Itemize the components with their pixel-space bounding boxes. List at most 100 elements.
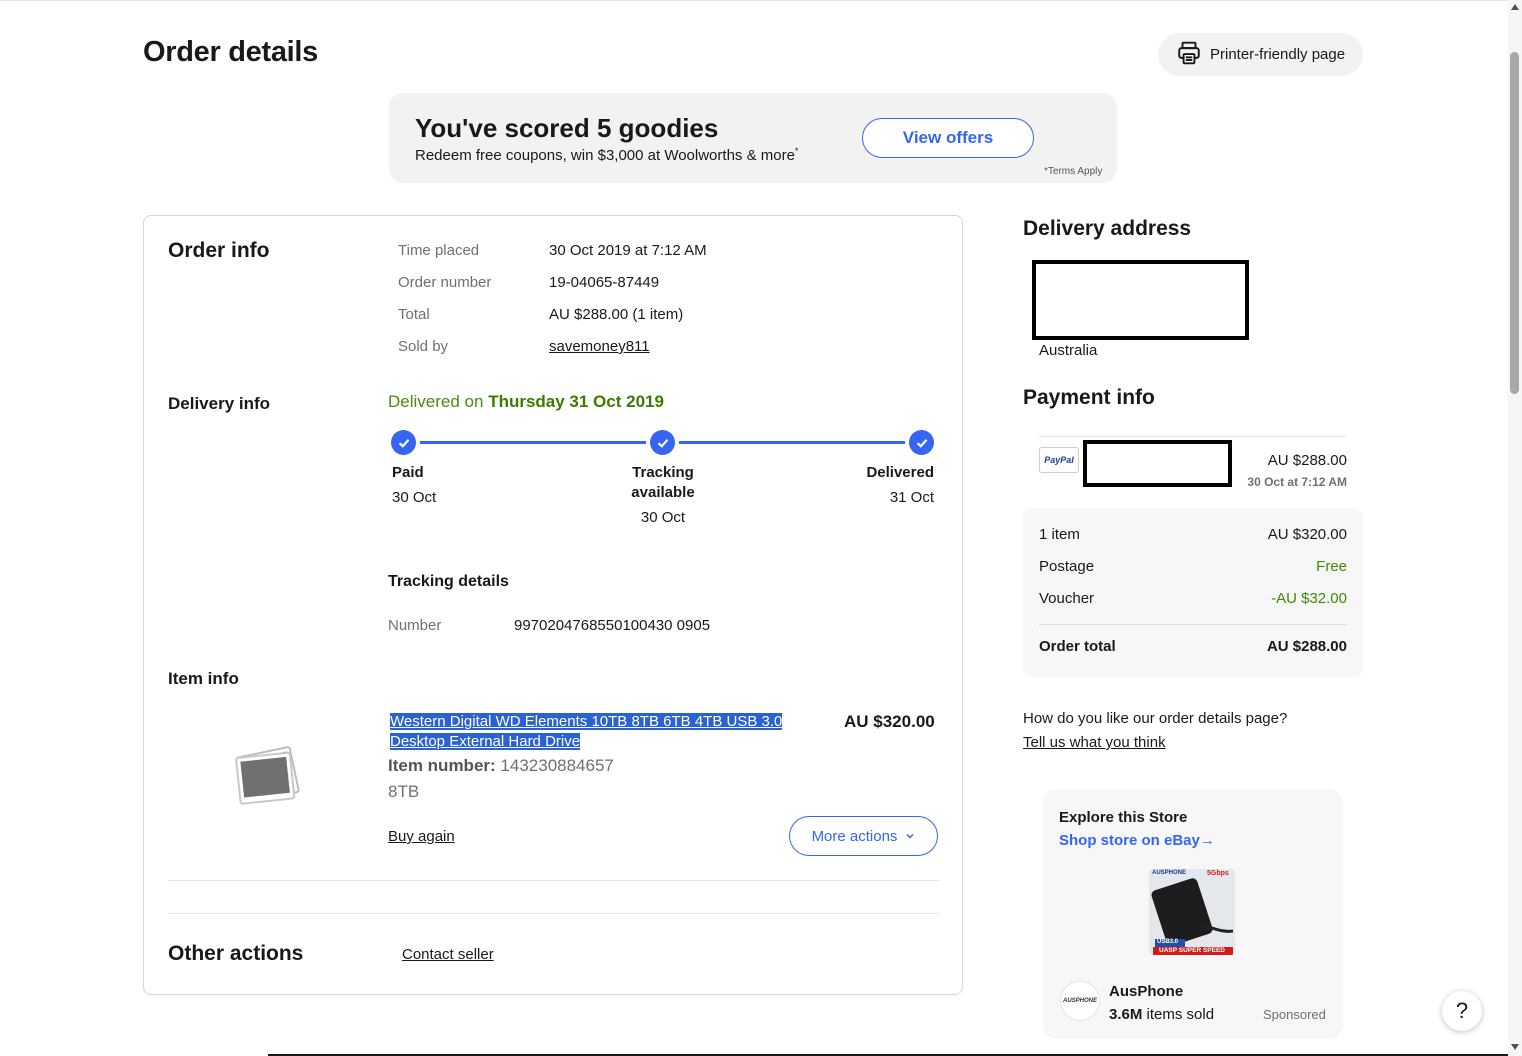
order-total-label: Order total: [1039, 638, 1116, 655]
arrow-right-icon: →: [1199, 832, 1215, 849]
step-paid-date: 30 Oct: [392, 489, 437, 506]
product-badge-bottom: UASP SUPER SPEED: [1159, 947, 1225, 954]
order-number-value: 19-04065-87449: [549, 274, 660, 291]
check-icon: [391, 430, 416, 455]
page-title: Order details: [143, 36, 318, 68]
total-value: AU $288.00 (1 item): [549, 306, 684, 323]
tracking-details-heading: Tracking details: [388, 573, 509, 590]
store-ad-heading: Explore this Store: [1059, 809, 1188, 826]
item-number: Item number: 143230884657: [388, 756, 614, 776]
shop-store-link-text: Shop store on eBay: [1059, 832, 1200, 849]
step-delivered-date: 31 Oct: [889, 489, 934, 506]
divider: [1039, 436, 1347, 437]
item-price: AU $320.00: [844, 712, 935, 731]
check-icon: [650, 430, 675, 455]
summary-label: 1 item: [1039, 526, 1080, 543]
delivered-status: Delivered on Thursday 31 Oct 2019: [388, 392, 664, 412]
sold-by-label: Sold by: [398, 338, 449, 355]
store-ad-card[interactable]: Explore this Store Shop store on eBay→ A…: [1043, 789, 1343, 1039]
summary-row-total: Order total AU $288.00: [1039, 638, 1347, 655]
feedback-question: How do you like our order details page?: [1023, 710, 1288, 727]
contact-seller-link[interactable]: Contact seller: [402, 946, 494, 963]
summary-value: -AU $32.00: [1271, 590, 1347, 607]
summary-label: Voucher: [1039, 590, 1095, 607]
store-product-image[interactable]: AUSPHONE 5Gbps USB3.0 UASP SUPER SPEED: [1149, 869, 1235, 955]
terms-apply[interactable]: *Terms Apply: [1044, 166, 1102, 177]
delivery-address-heading: Delivery address: [1023, 217, 1192, 240]
scrollbar-thumb[interactable]: [1510, 52, 1519, 394]
sold-count-value: 3.6M: [1109, 1006, 1143, 1023]
payment-amount: AU $288.00: [1267, 452, 1347, 469]
promo-subtitle-mark: *: [794, 146, 799, 156]
product-badge-usb: USB3.0: [1157, 939, 1179, 945]
tracking-number-label: Number: [388, 617, 442, 634]
payment-info-heading: Payment info: [1023, 386, 1155, 409]
promo-title: You've scored 5 goodies: [415, 113, 719, 143]
step-delivered-label: Delivered: [866, 464, 934, 481]
more-actions-button[interactable]: More actions: [789, 816, 938, 856]
store-logo[interactable]: AUSPHONE: [1060, 981, 1100, 1021]
delivered-prefix: Delivered on: [388, 392, 484, 411]
step-tracking-label: Tracking available: [613, 463, 713, 503]
shop-store-link[interactable]: Shop store on eBay→: [1059, 832, 1215, 849]
item-title-text[interactable]: Western Digital WD Elements 10TB 8TB 6TB…: [390, 713, 783, 750]
divider: [1039, 624, 1347, 625]
item-info-heading: Item info: [168, 669, 239, 688]
order-info-heading: Order info: [168, 239, 270, 262]
help-button[interactable]: ?: [1442, 991, 1482, 1031]
sponsored-label: Sponsored: [1263, 1007, 1326, 1022]
printer-friendly-label: Printer-friendly page: [1210, 46, 1346, 63]
scroll-up-icon[interactable]: [1511, 4, 1519, 10]
buy-again-link[interactable]: Buy again: [388, 828, 455, 845]
top-border: [0, 0, 1508, 3]
seller-link[interactable]: savemoney811: [549, 338, 650, 355]
tracking-number-value[interactable]: 9970204768550100430 0905: [514, 617, 710, 634]
progress-line-1: [420, 441, 646, 444]
order-total-value: AU $288.00: [1266, 638, 1347, 655]
scroll-down-icon[interactable]: [1511, 1044, 1519, 1050]
promo-banner: You've scored 5 goodies Redeem free coup…: [389, 93, 1117, 183]
printer-icon: [1176, 40, 1202, 70]
printer-friendly-button[interactable]: Printer-friendly page: [1158, 33, 1363, 76]
order-summary: 1 item AU $320.00 Postage Free Voucher -…: [1023, 508, 1362, 677]
summary-row-items: 1 item AU $320.00: [1039, 526, 1347, 543]
other-actions-heading: Other actions: [168, 942, 304, 965]
delivery-info-heading: Delivery info: [168, 394, 271, 413]
summary-row-voucher: Voucher -AU $32.00: [1039, 590, 1347, 607]
divider: [168, 880, 939, 881]
step-tracking-label-line2: available: [631, 484, 695, 501]
product-badge-speed: 5Gbps: [1207, 870, 1229, 877]
sold-count-suffix: items sold: [1146, 1006, 1215, 1023]
order-number-label: Order number: [398, 274, 492, 291]
promo-subtitle-text: Redeem free coupons, win $3,000 at Woolw…: [415, 147, 795, 164]
payment-date: 30 Oct at 7:12 AM: [1247, 475, 1347, 489]
product-badge-top: AUSPHONE: [1152, 870, 1187, 876]
delivered-date: Thursday 31 Oct 2019: [488, 392, 664, 411]
promo-subtitle: Redeem free coupons, win $3,000 at Woolw…: [415, 146, 798, 164]
step-tracking-label-line1: Tracking: [632, 464, 694, 481]
address-country: Australia: [1039, 342, 1098, 359]
store-name[interactable]: AusPhone: [1109, 983, 1183, 1000]
redacted-address: [1032, 260, 1249, 340]
time-placed-value: 30 Oct 2019 at 7:12 AM: [549, 242, 707, 259]
image-placeholder-icon[interactable]: [232, 743, 302, 814]
feedback-link[interactable]: Tell us what you think: [1023, 734, 1166, 751]
summary-value: Free: [1316, 558, 1347, 575]
more-actions-label: More actions: [811, 827, 898, 845]
summary-value: AU $320.00: [1267, 526, 1347, 543]
order-card: Order info Time placed 30 Oct 2019 at 7:…: [143, 215, 963, 995]
paypal-logo: PayPal: [1039, 447, 1079, 473]
time-placed-label: Time placed: [398, 242, 480, 259]
chevron-down-icon: [905, 828, 915, 845]
view-offers-button[interactable]: View offers: [862, 118, 1034, 158]
check-icon: [909, 430, 934, 455]
item-title-link[interactable]: Western Digital WD Elements 10TB 8TB 6TB…: [390, 712, 822, 752]
step-paid-label: Paid: [392, 464, 424, 481]
summary-label: Postage: [1039, 558, 1095, 575]
item-number-value: 143230884657: [500, 756, 614, 775]
progress-line-2: [679, 441, 905, 444]
item-variant: 8TB: [388, 782, 420, 801]
summary-row-postage: Postage Free: [1039, 558, 1347, 575]
divider: [168, 913, 939, 914]
store-sold-count: 3.6M items sold: [1109, 1006, 1214, 1023]
